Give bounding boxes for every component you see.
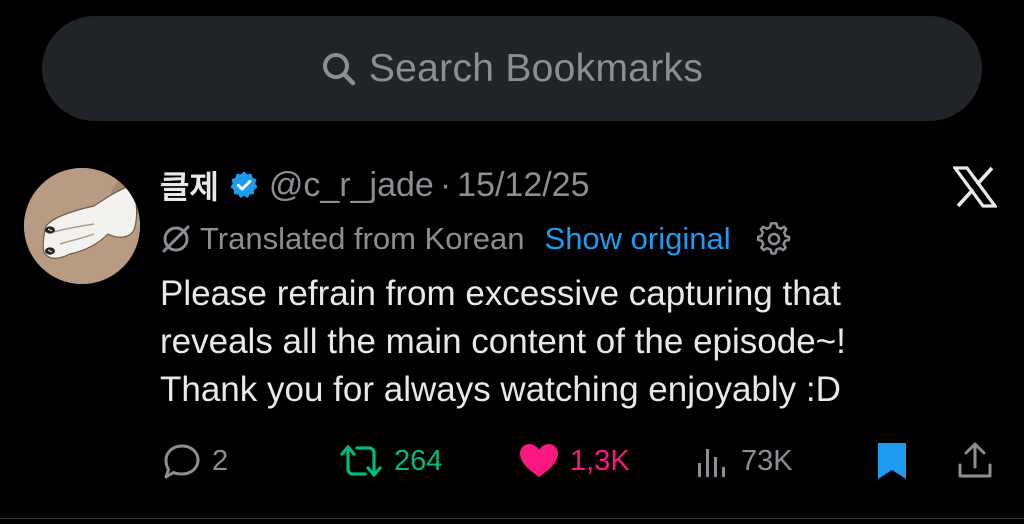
search-placeholder: Search Bookmarks: [368, 46, 704, 90]
retweet-icon: [338, 441, 384, 481]
gear-icon[interactable]: [756, 222, 791, 256]
tweet-text-line: reveals all the main content of the epis…: [160, 322, 846, 361]
reply-count: 2: [212, 444, 229, 477]
tweet-date[interactable]: 15/12/25: [457, 166, 589, 205]
separator-dot: ·: [439, 165, 452, 204]
tweet-text-line: Thank you for always watching enjoyably …: [160, 370, 841, 409]
share-icon: [956, 441, 994, 481]
translated-from-label: Translated from Korean: [200, 221, 525, 256]
reply-button[interactable]: 2: [162, 438, 228, 484]
show-original-link[interactable]: Show original: [545, 221, 731, 257]
avatar[interactable]: [24, 168, 140, 284]
search-inner: Search Bookmarks: [321, 47, 703, 91]
reply-icon: [162, 441, 202, 481]
x-logo-icon: [953, 166, 997, 208]
tweet-text-line: Please refrain from excessive capturing …: [160, 274, 841, 313]
search-icon: [321, 51, 357, 87]
views-icon: [695, 441, 731, 481]
author-name[interactable]: 클제: [160, 162, 219, 208]
translate-icon: [160, 223, 192, 255]
divider: [0, 518, 1024, 519]
retweet-count: 264: [394, 444, 443, 477]
like-button[interactable]: 1,3K: [518, 438, 630, 484]
tweet-text: Please refrain from excessive capturing …: [160, 270, 990, 414]
verified-badge-icon: [229, 170, 259, 200]
author-handle[interactable]: @c_r_jade: [269, 166, 434, 205]
tweet-header: 클제 @c_r_jade · 15/12/25: [160, 160, 590, 210]
views-count: 73K: [741, 444, 793, 477]
bookmark-icon: [876, 441, 908, 481]
heart-icon: [518, 441, 560, 481]
action-bar: 2 264 1,3K 73K: [0, 438, 1024, 484]
bookmark-button[interactable]: [876, 438, 908, 484]
translation-row: Translated from Korean Show original: [160, 216, 791, 262]
share-button[interactable]: [956, 438, 994, 484]
retweet-button[interactable]: 264: [338, 438, 442, 484]
search-bar[interactable]: Search Bookmarks: [42, 16, 982, 121]
views-button[interactable]: 73K: [695, 438, 793, 484]
like-count: 1,3K: [570, 444, 630, 477]
